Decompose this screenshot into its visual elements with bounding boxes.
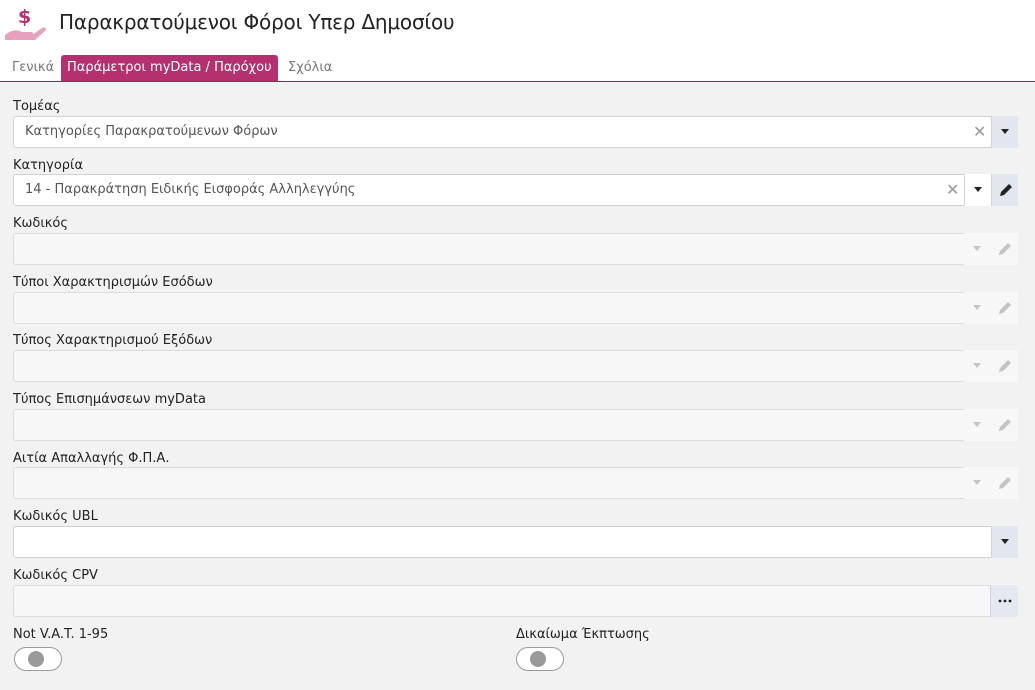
- category-dropdown-button[interactable]: [964, 174, 991, 206]
- code-dropdown-button[interactable]: [964, 233, 991, 265]
- cpv-code-input[interactable]: [13, 585, 1018, 617]
- code-select[interactable]: [13, 233, 1018, 265]
- tab-bar: Γενικά Παράμετροι myData / Παρόχου Σχόλι…: [0, 52, 1035, 82]
- caret-down-icon: [973, 422, 981, 427]
- ellipsis-icon: [998, 599, 1012, 603]
- caret-down-icon: [1001, 539, 1009, 544]
- page-header: $ Παρακρατούμενοι Φόροι Υπερ Δημοσίου: [0, 0, 1035, 52]
- pencil-icon: [999, 360, 1011, 372]
- pencil-icon: [999, 302, 1011, 314]
- income-types-edit-button[interactable]: [991, 292, 1018, 324]
- tab-general[interactable]: Γενικά: [6, 55, 60, 81]
- not-vat-toggle[interactable]: [14, 647, 62, 671]
- category-select[interactable]: 14 - Παρακράτηση Ειδικής Εισφοράς Αλληλε…: [13, 174, 1018, 206]
- category-edit-button[interactable]: [991, 174, 1018, 206]
- pencil-icon: [999, 419, 1011, 431]
- income-types-label: Τύποι Χαρακτηρισμών Εσόδων: [13, 275, 213, 290]
- hand-dollar-icon: $: [5, 6, 46, 40]
- pencil-icon: [999, 243, 1011, 255]
- sector-select[interactable]: Κατηγορίες Παρακρατούμενων Φόρων ✕: [13, 116, 1018, 148]
- vat-exemption-label: Αιτία Απαλλαγής Φ.Π.Α.: [13, 451, 170, 466]
- expense-type-label: Τύπος Χαρακτηρισμού Εξόδων: [13, 333, 213, 348]
- not-vat-label: Not V.A.T. 1-95: [13, 627, 109, 642]
- vat-exemption-dropdown-button[interactable]: [964, 467, 991, 499]
- caret-down-icon: [973, 246, 981, 251]
- sector-dropdown-button[interactable]: [991, 116, 1018, 148]
- caret-down-icon: [974, 187, 982, 192]
- pencil-icon: [999, 477, 1011, 489]
- category-value: 14 - Παρακράτηση Ειδικής Εισφοράς Αλληλε…: [25, 182, 356, 197]
- ubl-code-select[interactable]: [13, 526, 1018, 558]
- vat-exemption-edit-button[interactable]: [991, 467, 1018, 499]
- tab-comments[interactable]: Σχόλια: [282, 55, 338, 81]
- tab-mydata-provider-params[interactable]: Παράμετροι myData / Παρόχου: [61, 55, 278, 81]
- code-edit-button[interactable]: [991, 233, 1018, 265]
- deduction-right-label: Δικαίωμα Έκπτωσης: [516, 627, 650, 642]
- cpv-lookup-button[interactable]: [990, 585, 1018, 617]
- ubl-code-dropdown-button[interactable]: [991, 526, 1018, 558]
- expense-type-dropdown-button[interactable]: [964, 350, 991, 382]
- clear-icon[interactable]: ✕: [946, 181, 959, 199]
- cpv-code-label: Κωδικός CPV: [13, 568, 98, 583]
- category-label: Κατηγορία: [13, 158, 84, 173]
- caret-down-icon: [973, 363, 981, 368]
- mydata-notes-select[interactable]: [13, 409, 1018, 441]
- income-types-select[interactable]: [13, 292, 1018, 324]
- caret-down-icon: [973, 480, 981, 485]
- toggle-knob: [28, 651, 44, 667]
- pencil-icon: [1000, 184, 1012, 196]
- income-types-dropdown-button[interactable]: [964, 292, 991, 324]
- code-label: Κωδικός: [13, 216, 69, 231]
- mydata-notes-dropdown-button[interactable]: [964, 409, 991, 441]
- sector-label: Τομέας: [13, 99, 61, 114]
- toggle-knob: [530, 651, 546, 667]
- caret-down-icon: [973, 305, 981, 310]
- expense-type-select[interactable]: [13, 350, 1018, 382]
- deduction-right-toggle[interactable]: [516, 647, 564, 671]
- ubl-code-label: Κωδικός UBL: [13, 509, 98, 524]
- mydata-notes-label: Τύπος Επισημάνσεων myData: [13, 392, 206, 407]
- mydata-notes-edit-button[interactable]: [991, 409, 1018, 441]
- clear-icon[interactable]: ✕: [973, 123, 986, 141]
- vat-exemption-select[interactable]: [13, 467, 1018, 499]
- svg-text:$: $: [18, 6, 31, 28]
- sector-value: Κατηγορίες Παρακρατούμενων Φόρων: [25, 124, 278, 139]
- expense-type-edit-button[interactable]: [991, 350, 1018, 382]
- caret-down-icon: [1001, 129, 1009, 134]
- page-title: Παρακρατούμενοι Φόροι Υπερ Δημοσίου: [59, 10, 455, 34]
